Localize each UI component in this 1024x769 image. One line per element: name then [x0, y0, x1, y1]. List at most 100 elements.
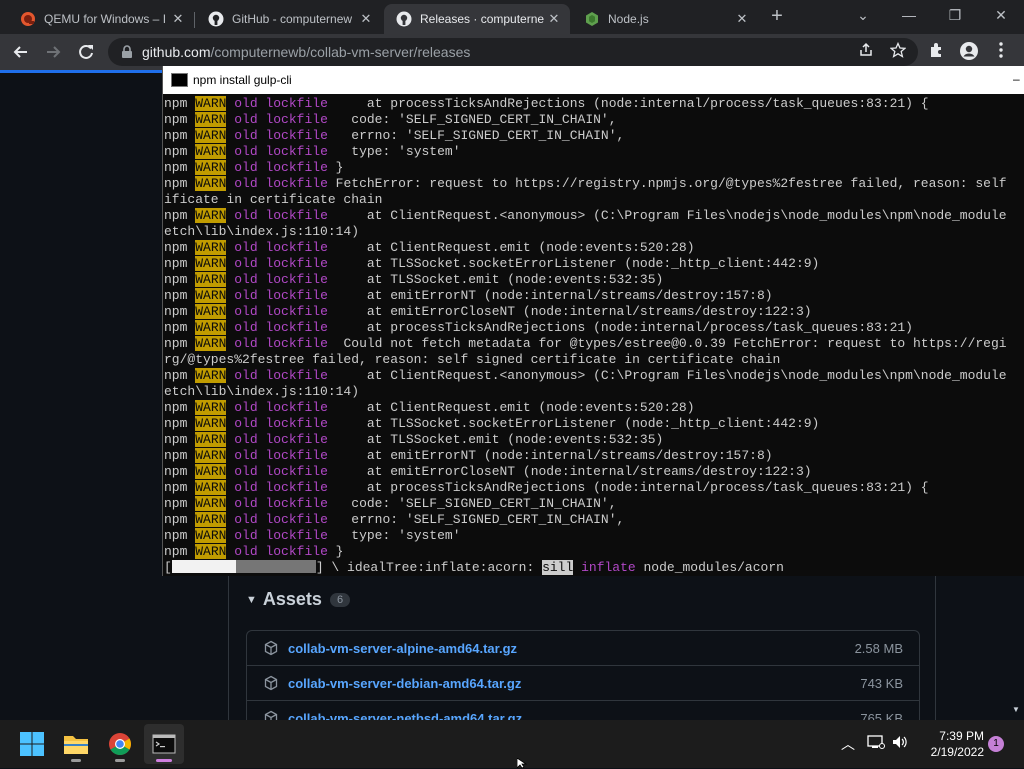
lockfile-tag: old lockfile: [234, 112, 328, 127]
disclosure-triangle-icon: ▼: [246, 593, 257, 606]
back-button[interactable]: [10, 41, 32, 63]
browser-menu-icon[interactable]: [990, 41, 1012, 63]
taskbar-file-explorer[interactable]: [56, 724, 96, 764]
warn-tag: WARN: [195, 144, 227, 159]
extensions-icon[interactable]: [926, 41, 948, 63]
asset-link[interactable]: collab-vm-server-debian-amd64.tar.gz: [288, 676, 860, 691]
tab-divider: [194, 12, 195, 28]
close-icon[interactable]: ✕: [168, 11, 188, 27]
terminal-line: npm WARN old lockfile type: 'system': [164, 144, 1024, 160]
log-text: npm: [164, 416, 196, 431]
warn-tag: WARN: [195, 464, 227, 479]
terminal-window[interactable]: npm install gulp-cli – npm WARN old lock…: [162, 66, 1024, 576]
close-icon[interactable]: ✕: [544, 11, 564, 27]
forward-arrow-icon: [47, 46, 61, 58]
terminal-line: npm WARN old lockfile at emitErrorCloseN…: [164, 304, 1024, 320]
warn-tag: WARN: [195, 416, 227, 431]
tab-github[interactable]: GitHub - computernew ✕: [196, 4, 382, 34]
log-text: at processTicksAndRejections (node:inter…: [327, 320, 913, 335]
tab-qemu[interactable]: QEMU for Windows – I ✕: [8, 4, 194, 34]
log-text: npm: [164, 464, 196, 479]
tab-releases[interactable]: Releases · computerne ✕: [384, 4, 570, 34]
tab-title: GitHub - computernew: [232, 12, 353, 26]
log-text: npm: [164, 336, 196, 351]
terminal-title: npm install gulp-cli: [193, 73, 292, 87]
mouse-cursor-icon: [517, 758, 528, 768]
log-text: etch\lib\index.js:110:14): [164, 224, 360, 239]
log-text: npm: [164, 112, 196, 127]
taskbar-chrome[interactable]: [100, 724, 140, 764]
bookmark-star-icon[interactable]: [888, 41, 908, 62]
folder-icon: [64, 736, 88, 754]
github-icon: [396, 11, 412, 27]
system-clock[interactable]: 7:39 PM 2/19/2022: [912, 728, 984, 760]
log-text: at TLSSocket.socketErrorListener (node:_…: [327, 416, 820, 431]
terminal-line: npm WARN old lockfile Could not fetch me…: [164, 336, 1024, 352]
log-text: npm: [164, 432, 196, 447]
log-text: npm: [164, 512, 196, 527]
warn-tag: WARN: [195, 448, 227, 463]
profile-icon[interactable]: [958, 41, 980, 63]
tab-nodejs[interactable]: Node.js ✕: [572, 4, 758, 34]
terminal-line: npm WARN old lockfile at emitErrorNT (no…: [164, 448, 1024, 464]
warn-tag: WARN: [195, 368, 227, 383]
reload-button[interactable]: [75, 41, 97, 63]
tray-overflow-chevron-icon[interactable]: ︿: [838, 734, 858, 754]
log-text: at processTicksAndRejections (node:inter…: [327, 480, 929, 495]
volume-icon[interactable]: [890, 734, 910, 753]
window-close-button[interactable]: ✕: [978, 4, 1024, 26]
address-bar[interactable]: github.com/computernewb/collab-vm-server…: [108, 38, 918, 66]
close-icon[interactable]: ✕: [732, 11, 752, 27]
taskbar-terminal[interactable]: [144, 724, 184, 764]
nodejs-icon: [584, 11, 600, 27]
package-icon: [264, 640, 278, 656]
scroll-down-arrow-icon[interactable]: ▼: [1010, 705, 1022, 717]
log-text: }: [327, 544, 344, 559]
url-text[interactable]: github.com/computernewb/collab-vm-server…: [142, 44, 470, 60]
lockfile-tag: old lockfile: [234, 128, 328, 143]
share-icon[interactable]: [856, 42, 876, 62]
notification-badge[interactable]: 1: [988, 736, 1004, 752]
log-text: at emitErrorCloseNT (node:internal/strea…: [327, 304, 812, 319]
minimize-button[interactable]: —: [886, 4, 932, 26]
assets-heading: Assets: [262, 589, 322, 609]
lockfile-tag: old lockfile: [234, 528, 328, 543]
log-text: errno: 'SELF_SIGNED_CERT_IN_CHAIN',: [327, 512, 625, 527]
start-button[interactable]: [12, 724, 52, 764]
log-text: npm: [164, 480, 196, 495]
terminal-line: npm WARN old lockfile FetchError: reques…: [164, 176, 1024, 192]
lockfile-tag: old lockfile: [234, 496, 328, 511]
warn-tag: WARN: [195, 128, 227, 143]
asset-size: 2.58 MB: [854, 640, 903, 656]
terminal-output[interactable]: npm WARN old lockfile at processTicksAnd…: [163, 96, 1024, 576]
log-text: npm: [164, 128, 196, 143]
log-text: rg/@types%2festree failed, reason: self …: [164, 352, 781, 367]
tab-search-button[interactable]: ⌄: [840, 4, 886, 26]
lockfile-tag: old lockfile: [234, 144, 328, 159]
asset-link[interactable]: collab-vm-server-alpine-amd64.tar.gz: [288, 641, 855, 656]
forward-button[interactable]: [42, 41, 64, 63]
browser-toolbar: github.com/computernewb/collab-vm-server…: [0, 34, 1024, 70]
tab-title: Releases · computerne: [420, 12, 544, 26]
assets-toggle[interactable]: ▼ Assets 6: [246, 589, 351, 610]
progress-line: [] \ idealTree:inflate:acorn: sill infla…: [164, 560, 1024, 576]
active-indicator: [156, 759, 172, 762]
log-text: etch\lib\index.js:110:14): [164, 384, 360, 399]
log-text: at ClientRequest.emit (node:events:520:2…: [327, 400, 695, 415]
warn-tag: WARN: [195, 496, 227, 511]
log-text: npm: [164, 304, 196, 319]
warn-tag: WARN: [195, 528, 227, 543]
terminal-minimize-button[interactable]: –: [1013, 72, 1024, 86]
terminal-titlebar[interactable]: npm install gulp-cli –: [163, 66, 1024, 94]
terminal-line: npm WARN old lockfile at processTicksAnd…: [164, 96, 1024, 112]
terminal-line: rg/@types%2festree failed, reason: self …: [164, 352, 1024, 368]
close-icon[interactable]: ✕: [356, 11, 376, 27]
log-text: npm: [164, 544, 196, 559]
lock-icon[interactable]: [120, 45, 134, 59]
network-icon[interactable]: [866, 734, 886, 753]
taskbar: ︿ 7:39 PM 2/19/2022 1: [0, 720, 1024, 768]
restore-button[interactable]: ❐: [932, 4, 978, 26]
new-tab-button[interactable]: +: [766, 6, 788, 28]
log-text: at ClientRequest.emit (node:events:520:2…: [327, 240, 695, 255]
log-text: }: [327, 160, 344, 175]
